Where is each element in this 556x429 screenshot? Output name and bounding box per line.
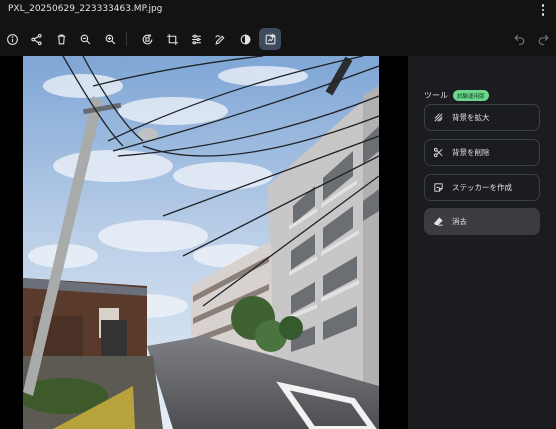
- tools-panel: ツール 試験運用版 背景を拡大 背景を削除 ステッカーを作成 消去: [408, 56, 556, 429]
- file-name: PXL_20250629_223333463.MP.jpg: [8, 4, 163, 14]
- experimental-badge: 試験運用版: [453, 90, 489, 101]
- title-bar: PXL_20250629_223333463.MP.jpg: [0, 0, 556, 22]
- redo-icon[interactable]: [532, 28, 554, 50]
- rotate-icon[interactable]: [136, 28, 158, 50]
- tool-expand-background-button[interactable]: 背景を拡大: [424, 104, 540, 131]
- image-canvas[interactable]: [0, 56, 408, 429]
- tool-sticker-button[interactable]: ステッカーを作成: [424, 174, 540, 201]
- info-icon[interactable]: [1, 28, 23, 50]
- tool-label: 背景を削除: [452, 148, 490, 157]
- toolbar-divider: [126, 32, 127, 46]
- zoom-in-icon[interactable]: [99, 28, 121, 50]
- filter-icon[interactable]: [234, 28, 256, 50]
- tool-label: 消去: [452, 217, 467, 226]
- share-icon[interactable]: [25, 28, 47, 50]
- edit-tools-icon[interactable]: [259, 28, 281, 50]
- markup-icon[interactable]: [209, 28, 231, 50]
- cut-background-icon: [433, 147, 443, 158]
- eraser-icon: [433, 217, 443, 226]
- tool-label: ステッカーを作成: [452, 183, 512, 192]
- tool-eraser-button[interactable]: 消去: [424, 208, 540, 235]
- toolbar: [0, 26, 556, 52]
- undo-icon[interactable]: [508, 28, 530, 50]
- more-vert-icon[interactable]: [538, 3, 548, 17]
- adjust-icon[interactable]: [185, 28, 207, 50]
- panel-title: ツール: [424, 91, 448, 100]
- tool-label: 背景を拡大: [452, 113, 490, 122]
- delete-icon[interactable]: [50, 28, 72, 50]
- street-photo[interactable]: [23, 56, 379, 429]
- zoom-out-icon[interactable]: [74, 28, 96, 50]
- expand-background-icon: [434, 113, 443, 122]
- tool-cut-background-button[interactable]: 背景を削除: [424, 139, 540, 166]
- sticker-icon: [434, 183, 443, 192]
- panel-header: ツール 試験運用版: [424, 90, 489, 101]
- crop-icon[interactable]: [161, 28, 183, 50]
